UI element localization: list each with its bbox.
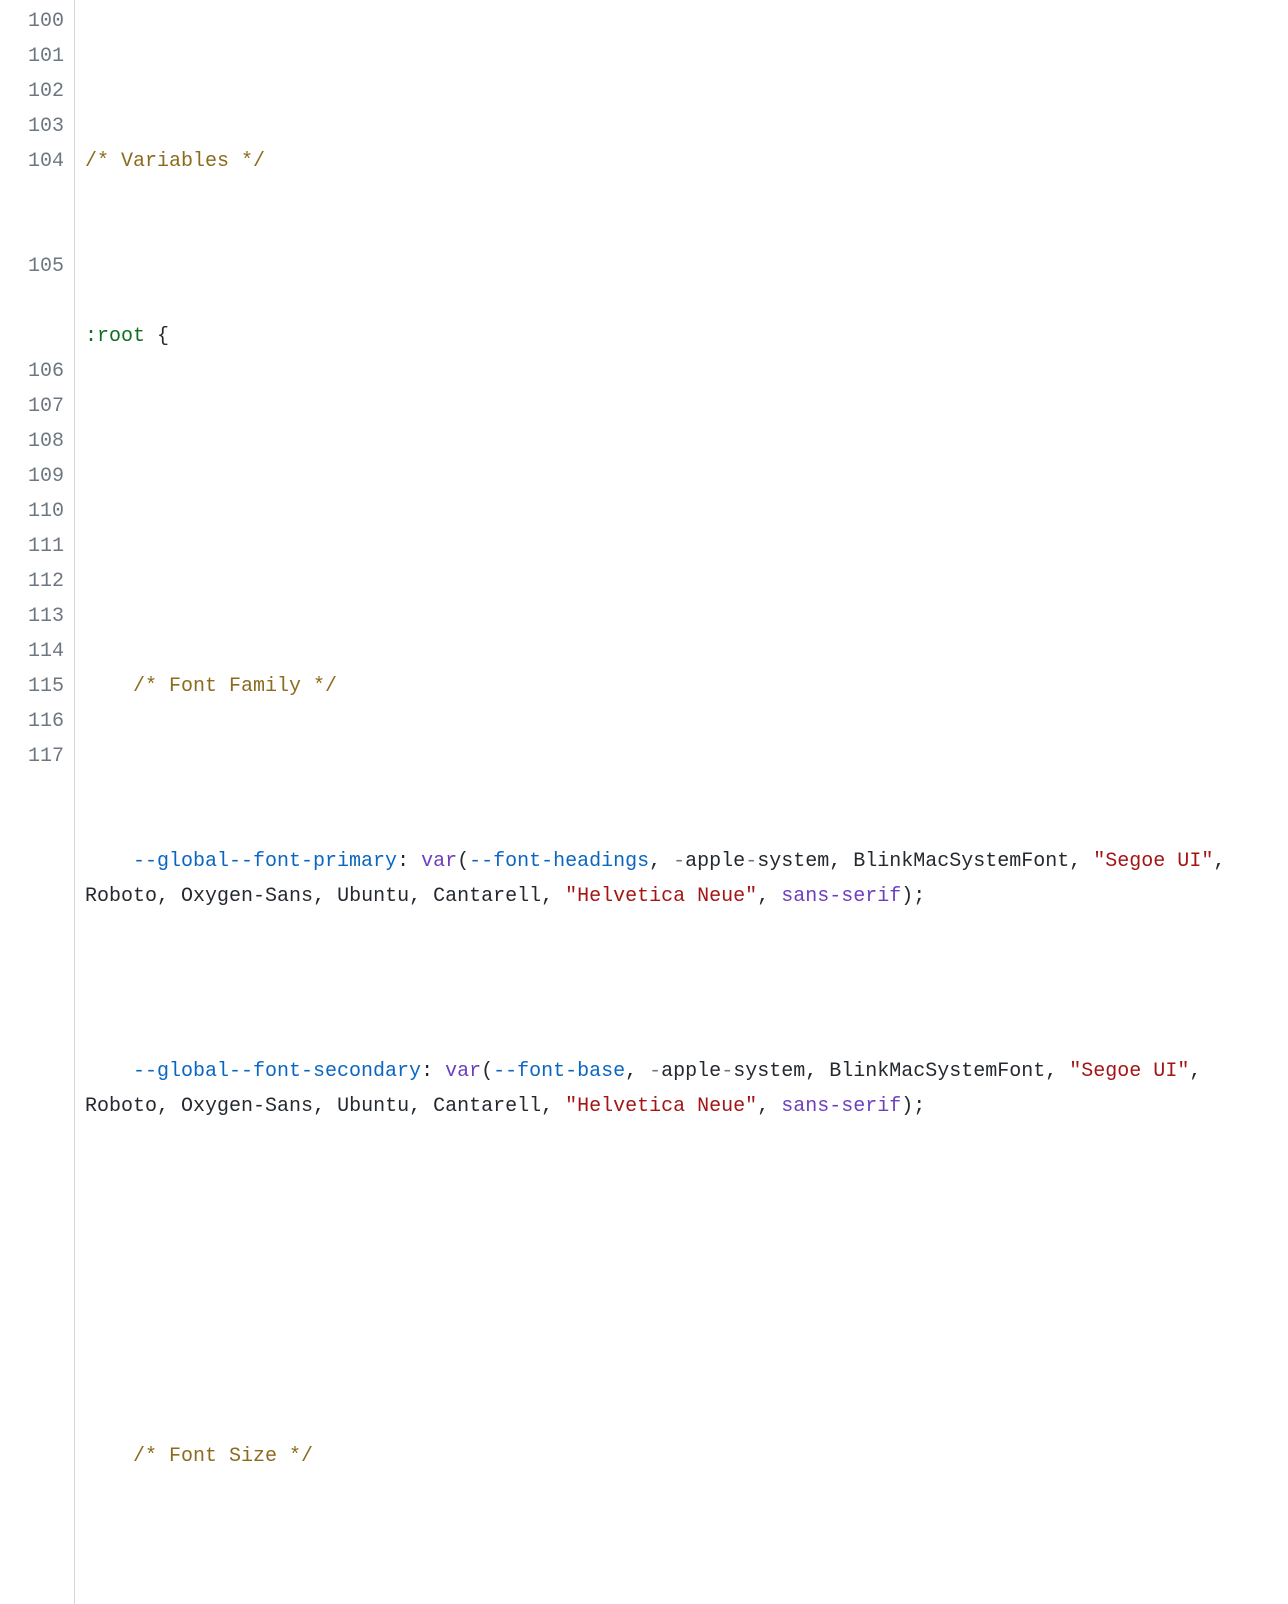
comma: , — [541, 885, 565, 908]
indent — [85, 850, 133, 873]
selector-root: :root — [85, 325, 145, 348]
line-number-wrap — [0, 284, 74, 319]
line-number: 109 — [0, 459, 74, 494]
line-number: 100 — [0, 4, 74, 39]
line-number: 105 — [0, 249, 74, 284]
code-line — [85, 1264, 1288, 1299]
brace-open: { — [145, 325, 169, 348]
paren-open: ( — [457, 850, 469, 873]
var-function: var — [445, 1060, 481, 1083]
comma: , — [1213, 850, 1237, 873]
line-number: 112 — [0, 564, 74, 599]
comment: /* Variables */ — [85, 150, 265, 173]
line-number: 108 — [0, 424, 74, 459]
code-area[interactable]: /* Variables */ :root { /* Font Family *… — [75, 0, 1288, 1604]
keyword: sans-serif — [781, 1095, 901, 1118]
ident: Oxygen-Sans — [181, 1095, 313, 1118]
comma: , — [409, 885, 433, 908]
code-line: /* Font Size */ — [85, 1439, 1288, 1474]
code-line: /* Font Family */ — [85, 669, 1288, 704]
comma: , — [313, 1095, 337, 1118]
line-number: 104 — [0, 144, 74, 179]
line-number: 102 — [0, 74, 74, 109]
ident: apple — [661, 1060, 721, 1083]
paren-close: ) — [901, 1095, 913, 1118]
comma: , — [1069, 850, 1093, 873]
ident: Cantarell — [433, 1095, 541, 1118]
code-line: :root { — [85, 319, 1288, 354]
ident: apple — [685, 850, 745, 873]
line-number-wrap — [0, 179, 74, 214]
colon: : — [397, 850, 421, 873]
comma: , — [805, 1060, 829, 1083]
paren-open: ( — [481, 1060, 493, 1083]
line-number: 101 — [0, 39, 74, 74]
indent — [85, 1445, 133, 1468]
paren-close: ) — [901, 885, 913, 908]
comment: /* Font Family */ — [133, 675, 337, 698]
ident: Roboto — [85, 1095, 157, 1118]
ident: Cantarell — [433, 885, 541, 908]
code-line: --global--font-secondary: var(--font-bas… — [85, 1054, 1288, 1124]
comma: , — [313, 885, 337, 908]
ident: Oxygen-Sans — [181, 885, 313, 908]
comma: , — [757, 885, 781, 908]
string: "Segoe UI" — [1069, 1060, 1189, 1083]
css-custom-property: --global--font-primary — [133, 850, 397, 873]
line-number: 116 — [0, 704, 74, 739]
comma: , — [829, 850, 853, 873]
line-number-wrap — [0, 319, 74, 354]
css-var-ref: --font-headings — [469, 850, 649, 873]
line-number-gutter: 1001011021031041051061071081091101111121… — [0, 0, 75, 1604]
indent — [85, 1060, 133, 1083]
indent — [85, 675, 133, 698]
comment: /* Font Size */ — [133, 1445, 313, 1468]
ident: Ubuntu — [337, 1095, 409, 1118]
keyword: sans-serif — [781, 885, 901, 908]
line-number: 106 — [0, 354, 74, 389]
code-editor: 1001011021031041051061071081091101111121… — [0, 0, 1288, 1604]
line-number: 110 — [0, 494, 74, 529]
line-number: 114 — [0, 634, 74, 669]
ident: BlinkMacSystemFont — [853, 850, 1069, 873]
semicolon: ; — [913, 1095, 925, 1118]
line-number: 113 — [0, 599, 74, 634]
ident: system — [757, 850, 829, 873]
css-var-ref: --font-base — [493, 1060, 625, 1083]
dash: - — [745, 850, 757, 873]
ident: BlinkMacSystemFont — [829, 1060, 1045, 1083]
line-number: 115 — [0, 669, 74, 704]
string: "Helvetica Neue" — [565, 885, 757, 908]
line-number: 111 — [0, 529, 74, 564]
dash: - — [721, 1060, 733, 1083]
line-number: 107 — [0, 389, 74, 424]
comma: , — [649, 850, 673, 873]
string: "Segoe UI" — [1093, 850, 1213, 873]
dash: - — [649, 1060, 661, 1083]
dash: - — [673, 850, 685, 873]
comma: , — [625, 1060, 649, 1083]
code-line: /* Variables */ — [85, 144, 1288, 179]
comma: , — [409, 1095, 433, 1118]
semicolon: ; — [913, 885, 925, 908]
line-number: 103 — [0, 109, 74, 144]
var-function: var — [421, 850, 457, 873]
line-number: 117 — [0, 739, 74, 774]
comma: , — [757, 1095, 781, 1118]
comma: , — [1189, 1060, 1213, 1083]
string: "Helvetica Neue" — [565, 1095, 757, 1118]
comma: , — [541, 1095, 565, 1118]
line-number-wrap — [0, 214, 74, 249]
comma: , — [1045, 1060, 1069, 1083]
comma: , — [157, 1095, 181, 1118]
css-custom-property: --global--font-secondary — [133, 1060, 421, 1083]
code-line — [85, 494, 1288, 529]
ident: system — [733, 1060, 805, 1083]
ident: Roboto — [85, 885, 157, 908]
comma: , — [157, 885, 181, 908]
ident: Ubuntu — [337, 885, 409, 908]
code-line: --global--font-primary: var(--font-headi… — [85, 844, 1288, 914]
colon: : — [421, 1060, 445, 1083]
